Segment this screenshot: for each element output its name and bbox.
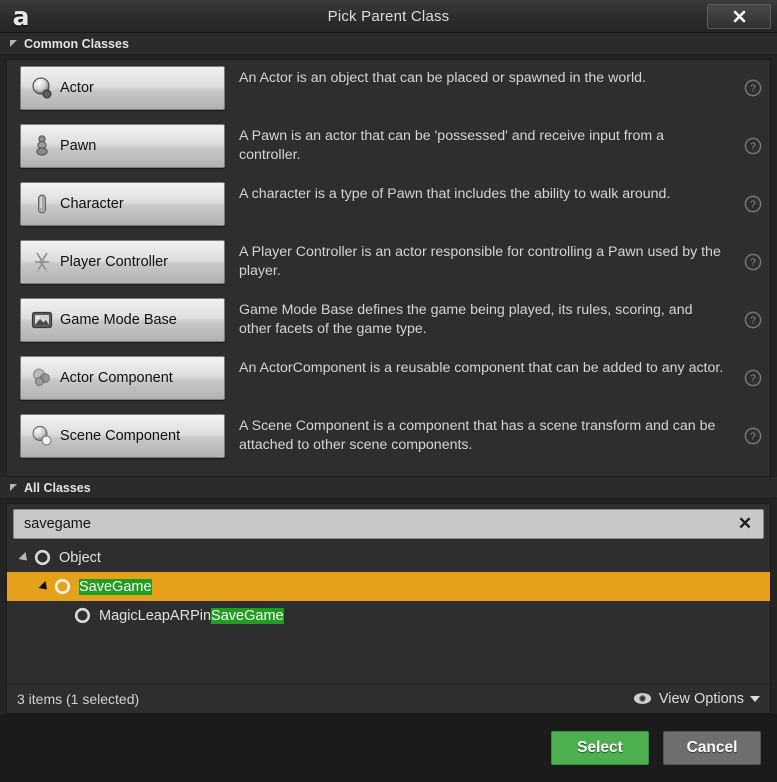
class-button-actor[interactable]: Actor [20,66,225,110]
class-description: An Actor is an object that can be placed… [239,70,646,86]
view-options-button[interactable]: View Options [633,691,760,707]
svg-text:?: ? [750,200,756,211]
all-classes-header[interactable]: All Classes [0,477,777,499]
pawn-icon [28,132,56,160]
unreal-engine-logo-icon: 𝗮 [12,1,30,31]
pick-parent-class-dialog: 𝗮 Pick Parent Class Common Classes Actor… [0,0,777,782]
help-circle-icon[interactable]: ? [736,356,770,400]
chevron-down-icon [750,695,760,702]
help-circle-icon[interactable]: ? [736,66,770,110]
class-description: An ActorComponent is a reusable componen… [239,360,724,376]
class-button-scene-component[interactable]: Scene Component [20,414,225,458]
search-row: ✕ [13,509,764,539]
search-match-highlight: SaveGame [211,607,284,624]
all-classes-label: All Classes [24,480,91,495]
class-button-game-mode-base[interactable]: Game Mode Base [20,298,225,342]
svg-text:?: ? [750,374,756,385]
close-icon [733,10,745,23]
select-button[interactable]: Select [551,731,649,765]
tree-row-magicleaparpinsavegame[interactable]: MagicLeapARPinSaveGame [7,601,770,630]
clear-x-icon[interactable]: ✕ [727,514,763,534]
svg-text:?: ? [750,316,756,327]
class-name-label: Character [60,196,124,212]
class-button-player-controller[interactable]: Player Controller [20,240,225,284]
scene-component-icon [28,422,56,450]
class-row: Actor Component An ActorComponent is a r… [7,350,770,408]
class-name-label: Actor Component [60,370,173,386]
class-name-label: Game Mode Base [60,312,177,328]
help-circle-icon[interactable]: ? [736,240,770,284]
view-options-label: View Options [658,690,744,707]
tree-node-prefix: MagicLeapARPin [99,607,212,624]
class-description: A Pawn is an actor that can be 'possesse… [239,128,664,163]
tree-row-savegame[interactable]: SaveGame [7,572,770,601]
class-name-label: Actor [60,80,94,96]
class-circle-icon [71,607,93,624]
class-row: Actor An Actor is an object that can be … [7,60,770,118]
help-circle-icon[interactable]: ? [736,414,770,458]
eye-icon [633,692,652,705]
tree-node-label: SaveGame [79,578,152,595]
page-title: Pick Parent Class [327,7,450,25]
expander-arrow-icon[interactable] [18,551,31,564]
actor-component-icon [28,364,56,392]
class-button-character[interactable]: Character [20,182,225,226]
class-circle-icon [51,578,73,595]
title-bar: 𝗮 Pick Parent Class [0,0,777,33]
common-classes-header[interactable]: Common Classes [0,33,777,55]
common-classes-panel: Actor An Actor is an object that can be … [6,59,771,477]
expander-triangle-icon [10,40,17,47]
item-count-label: 3 items (1 selected) [17,690,140,707]
class-button-actor-component[interactable]: Actor Component [20,356,225,400]
expander-triangle-icon [10,484,17,491]
class-description: A Scene Component is a component that ha… [239,418,716,453]
player-controller-icon [28,248,56,276]
class-name-label: Player Controller [60,254,168,270]
class-description: A character is a type of Pawn that inclu… [239,186,671,202]
actor-sphere-icon [28,74,56,102]
cancel-button[interactable]: Cancel [663,731,761,765]
tree-node-label: Object [59,549,101,566]
help-circle-icon[interactable]: ? [736,298,770,342]
class-circle-icon [31,549,53,566]
class-name-label: Pawn [60,138,97,154]
help-circle-icon[interactable]: ? [736,182,770,226]
expander-arrow-icon[interactable] [38,580,51,593]
class-row: Character A character is a type of Pawn … [7,176,770,234]
character-capsule-icon [28,190,56,218]
svg-text:?: ? [750,258,756,269]
tree-node-label: MagicLeapARPinSaveGame [99,607,284,624]
class-row: Pawn A Pawn is an actor that can be 'pos… [7,118,770,176]
class-row: Scene Component A Scene Component is a c… [7,408,770,466]
search-input[interactable] [14,516,727,532]
all-classes-panel: ✕ Object Sav [6,503,771,714]
tree-row-object[interactable]: Object [7,543,770,572]
close-button[interactable] [707,4,771,29]
class-description: Game Mode Base defines the game being pl… [239,302,693,337]
svg-text:?: ? [750,142,756,153]
class-name-label: Scene Component [60,428,181,444]
game-mode-base-icon [28,306,56,334]
dialog-button-bar: Select Cancel [0,714,777,782]
svg-text:?: ? [750,432,756,443]
list-footer: 3 items (1 selected) View Options [7,683,770,713]
common-classes-label: Common Classes [24,36,129,51]
class-tree[interactable]: Object SaveGame MagicLeapARPinSaveGame [7,542,770,683]
class-description: A Player Controller is an actor responsi… [239,244,721,279]
class-row: Player Controller A Player Controller is… [7,234,770,292]
search-match-highlight: SaveGame [79,578,152,595]
svg-text:?: ? [750,84,756,95]
class-button-pawn[interactable]: Pawn [20,124,225,168]
help-circle-icon[interactable]: ? [736,124,770,168]
class-row: Game Mode Base Game Mode Base defines th… [7,292,770,350]
